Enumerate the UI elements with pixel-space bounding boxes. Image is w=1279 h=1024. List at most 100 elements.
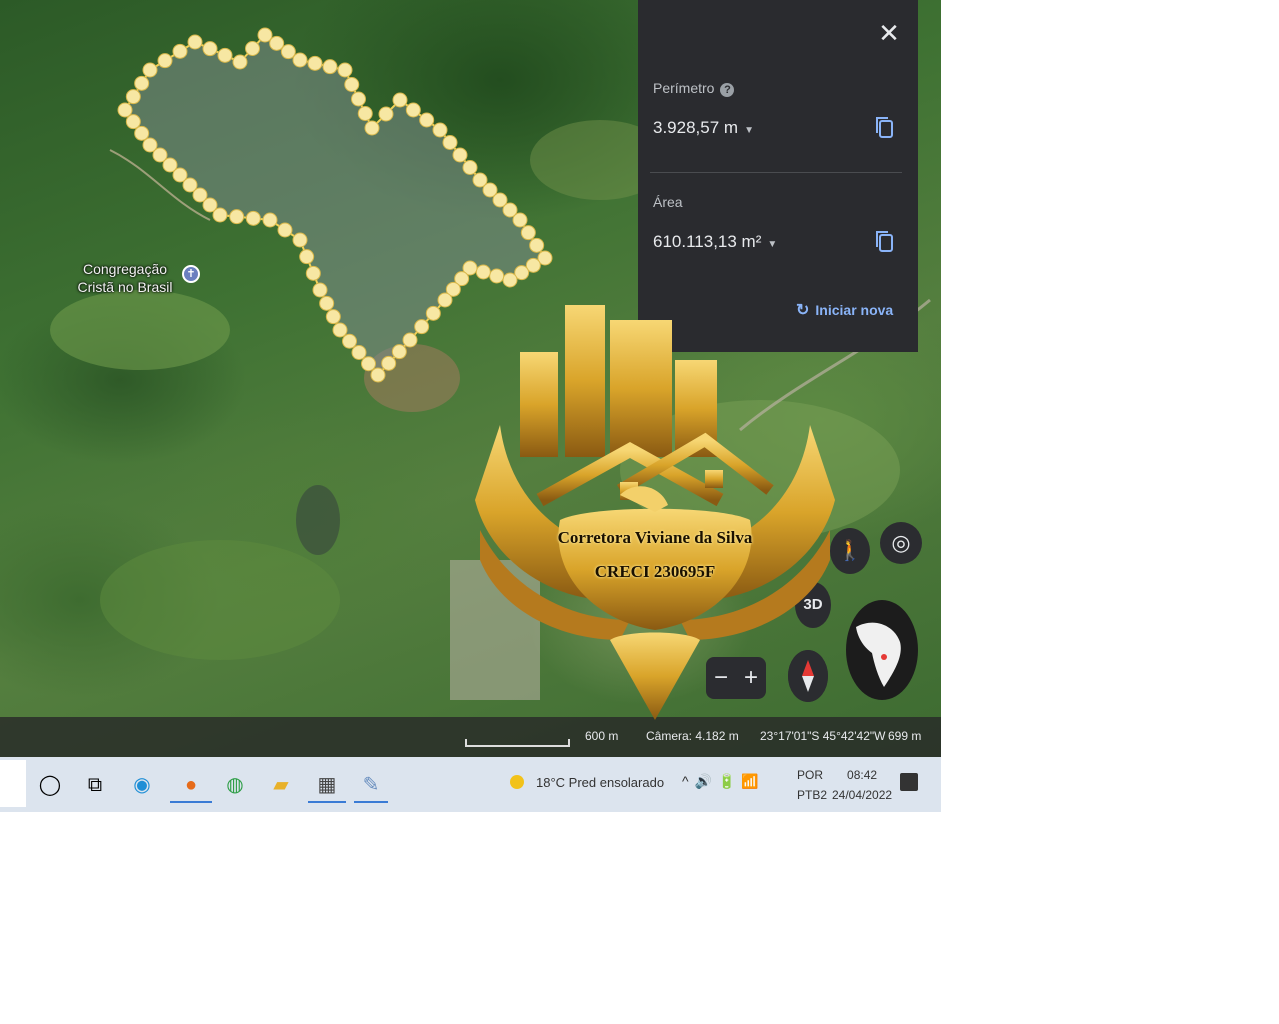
polygon-vertex[interactable] [245, 41, 260, 56]
polygon-vertex[interactable] [442, 135, 458, 150]
polygon-vertex[interactable] [312, 282, 328, 298]
firefox-icon[interactable]: ● [170, 767, 212, 803]
my-location-icon[interactable]: ◎ [880, 522, 922, 564]
clock-date: 24/04/2022 [832, 788, 893, 802]
field-patch [50, 290, 230, 370]
close-icon[interactable]: ✕ [874, 18, 904, 48]
notification-icon[interactable] [900, 773, 918, 791]
polygon-vertex[interactable] [157, 53, 173, 69]
polygon-vertex[interactable] [378, 106, 394, 122]
polygon-vertex[interactable] [425, 305, 441, 321]
polygon-vertex[interactable] [489, 268, 505, 284]
help-icon[interactable]: ? [720, 83, 735, 97]
polygon-vertex[interactable] [134, 75, 150, 91]
polygon-vertex[interactable] [462, 160, 478, 175]
polygon-vertex[interactable] [277, 222, 293, 238]
polygon-vertex[interactable] [280, 44, 296, 60]
area-value-row[interactable]: 610.113,13 m² ▼ [653, 232, 777, 252]
polygon-vertex[interactable] [134, 125, 150, 141]
chrome-icon[interactable]: ◍ [218, 767, 252, 803]
globe-icon[interactable] [844, 597, 920, 703]
polygon-vertex[interactable] [125, 114, 141, 130]
clock[interactable]: 08:42 24/04/2022 [832, 765, 892, 805]
divider [650, 172, 902, 173]
notepad-icon[interactable]: ✎ [354, 767, 388, 803]
polygon-vertex[interactable] [269, 35, 285, 51]
system-tray[interactable]: ^🔊🔋📶 [682, 773, 765, 790]
polygon-vertex[interactable] [414, 319, 430, 335]
polygon-vertex[interactable] [475, 264, 491, 280]
polygon-vertex[interactable] [437, 292, 453, 308]
polygon-vertex[interactable] [172, 43, 188, 59]
weather-widget[interactable]: 18°C Pred ensolarado [510, 775, 664, 790]
logo-text-line1: Corretora Viviane da Silva [557, 528, 753, 547]
polygon-vertex[interactable] [432, 122, 448, 138]
lang-line1: POR [797, 768, 824, 782]
polygon-vertex[interactable] [232, 54, 248, 70]
polygon-vertex[interactable] [351, 91, 366, 107]
polygon-vertex[interactable] [529, 237, 545, 253]
polygon-vertex[interactable] [405, 102, 421, 118]
area-label: Área [653, 194, 683, 210]
edge-icon[interactable]: ◉ [125, 767, 159, 803]
polygon-vertex[interactable] [257, 27, 273, 43]
clock-time: 08:42 [847, 768, 878, 782]
language-indicator[interactable]: POR PTB2 [797, 765, 827, 805]
polygon-vertex[interactable] [419, 112, 435, 128]
polygon-vertex[interactable] [357, 106, 373, 121]
copy-icon[interactable] [874, 115, 896, 141]
church-pin-icon[interactable]: ✝ [182, 265, 200, 283]
polygon-vertex[interactable] [322, 59, 338, 75]
polygon-vertex[interactable] [502, 272, 518, 288]
taskbar-search-box[interactable] [0, 760, 26, 807]
perimeter-label: Perímetro [653, 80, 715, 96]
polygon-vertex[interactable] [245, 210, 261, 226]
chevron-down-icon[interactable]: ▼ [767, 239, 777, 250]
polygon-vertex[interactable] [351, 345, 367, 360]
polygon-vertex[interactable] [117, 102, 133, 118]
polygon-vertex[interactable] [391, 344, 407, 360]
polygon-vertex[interactable] [125, 89, 141, 105]
polygon-vertex[interactable] [370, 367, 386, 383]
broker-logo-watermark: Corretora Viviane da Silva CRECI 230695F [470, 300, 840, 720]
polygon-vertex[interactable] [344, 77, 360, 92]
polygon-vertex[interactable] [325, 309, 341, 325]
polygon-vertex[interactable] [307, 55, 323, 71]
polygon-vertex[interactable] [292, 232, 308, 248]
calculator-icon[interactable]: ▦ [308, 767, 346, 803]
file-explorer-icon[interactable]: ▰ [264, 767, 298, 803]
cortana-icon[interactable]: ◯ [33, 767, 67, 803]
polygon-vertex[interactable] [142, 62, 158, 78]
polygon-vertex[interactable] [299, 249, 315, 265]
polygon-vertex[interactable] [319, 295, 335, 311]
polygon-vertex[interactable] [342, 333, 357, 349]
perimeter-value-row[interactable]: 3.928,57 m ▼ [653, 118, 754, 138]
polygon-vertex[interactable] [520, 225, 536, 241]
polygon-vertex[interactable] [392, 92, 408, 108]
sun-icon [510, 775, 524, 789]
polygon-vertex[interactable] [262, 212, 278, 228]
polygon-vertex[interactable] [332, 322, 348, 338]
chevron-down-icon[interactable]: ▼ [744, 125, 754, 136]
polygon-vertex[interactable] [381, 355, 397, 371]
polygon-vertex[interactable] [305, 265, 321, 281]
eagle-building-logo [475, 305, 835, 720]
polygon-vertex[interactable] [202, 41, 218, 57]
polygon-vertex[interactable] [142, 137, 158, 153]
polygon-vertex[interactable] [187, 34, 203, 50]
weather-text: 18°C Pred ensolarado [536, 775, 665, 790]
pond [296, 485, 340, 555]
polygon-vertex[interactable] [217, 47, 233, 63]
copy-icon[interactable] [874, 229, 896, 255]
polygon-vertex[interactable] [402, 332, 418, 348]
polygon-vertex[interactable] [292, 52, 308, 68]
polygon-vertex[interactable] [452, 147, 468, 163]
polygon-vertex[interactable] [512, 212, 528, 228]
place-label[interactable]: Congregação Cristã no Brasil [70, 260, 180, 296]
polygon-vertex[interactable] [361, 356, 376, 372]
task-view-icon[interactable]: ⧉ [78, 767, 112, 803]
polygon-vertex[interactable] [229, 209, 245, 225]
polygon-vertex[interactable] [337, 62, 353, 78]
polygon-vertex[interactable] [364, 120, 380, 136]
perimeter-value: 3.928,57 m [653, 118, 739, 137]
